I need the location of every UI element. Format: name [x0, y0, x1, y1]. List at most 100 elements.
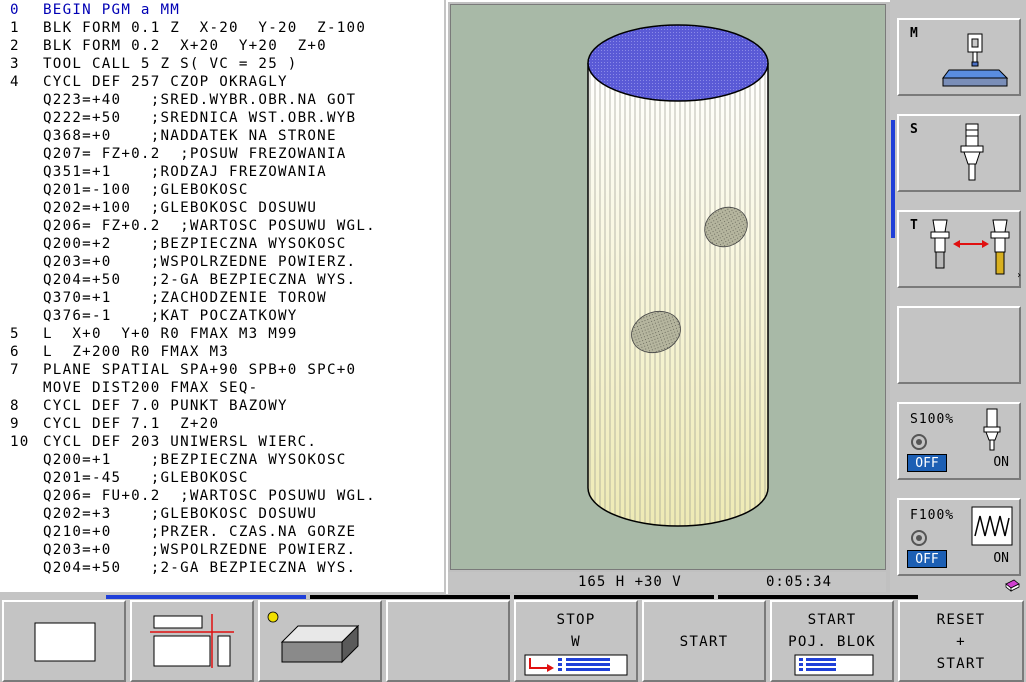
machine-table-icon [942, 33, 1009, 87]
program-line[interactable]: Q206= FZ+0.2 ;WARTOSC POSUWU WGL. [10, 217, 376, 235]
start-block-label-1: START [807, 612, 857, 628]
cylinder-top-face [587, 24, 769, 102]
machine-softkey-label: M [910, 26, 918, 41]
program-line[interactable]: Q201=-45 ;GLEBOKOSC [10, 469, 249, 487]
program-line[interactable]: Q202=+3 ;GLEBOKOSC DOSUWU [10, 505, 317, 523]
nc-code: L X+0 Y+0 R0 FMAX M3 M99 [43, 326, 298, 342]
3d-block-icon [280, 624, 360, 664]
spindle-softkey[interactable]: S [897, 114, 1021, 192]
help-book-icon[interactable] [1004, 578, 1020, 592]
scroll-right-arrow-icon: › [1016, 270, 1023, 281]
split-view-softkey[interactable] [130, 600, 254, 682]
softkey-level-indicator [891, 120, 895, 238]
nc-code: CYCL DEF 257 CZOP OKRAGLY [43, 74, 288, 90]
stop-at-label-2: W [571, 634, 581, 650]
machine-softkey[interactable]: M [897, 18, 1021, 96]
softkey-bar-segment [514, 595, 714, 599]
program-line[interactable]: Q351=+1 ;RODZAJ FREZOWANIA [10, 163, 327, 181]
nc-code: Q204=+50 ;2-GA BEZPIECZNA WYS. [43, 272, 357, 288]
program-line[interactable]: 6 L Z+200 R0 FMAX M3 [10, 343, 229, 361]
spindle-override-off-badge: OFF [907, 454, 947, 472]
nc-code: Q204=+50 ;2-GA BEZPIECZNA WYS. [43, 560, 357, 576]
feed-override-softkey[interactable]: F100% OFF ON [897, 498, 1021, 576]
graphics-status-bar: 165 H +30 V 0:05:34 [448, 572, 886, 592]
program-line[interactable]: Q200=+1 ;BEZPIECZNA WYSOKOSC [10, 451, 347, 469]
reset-start-softkey[interactable]: RESET + START [898, 600, 1024, 682]
block-number: 4 [10, 74, 20, 90]
block-number: 5 [10, 326, 20, 342]
nc-code: Q351=+1 ;RODZAJ FREZOWANIA [43, 164, 327, 180]
simulation-graphics[interactable] [450, 4, 886, 570]
3d-view-softkey[interactable] [258, 600, 382, 682]
nc-code: BLK FORM 0.1 Z X-20 Y-20 Z-100 [43, 20, 367, 36]
stop-at-softkey[interactable]: STOP W [514, 600, 638, 682]
program-line[interactable]: Q206= FU+0.2 ;WARTOSC POSUWU WGL. [10, 487, 376, 505]
reset-start-label-2: + [956, 634, 966, 650]
softkey-bar-segment [718, 595, 918, 599]
override-knob-icon [911, 434, 927, 450]
feed-override-on-label: ON [993, 551, 1009, 566]
nc-code: Q370=+1 ;ZACHODZENIE TOROW [43, 290, 327, 306]
nc-code: Q203=+0 ;WSPOLRZEDNE POWIERZ. [43, 542, 357, 558]
program-line[interactable]: 10 CYCL DEF 203 UNIWERSL WIERC. [10, 433, 317, 451]
start-block-softkey[interactable]: START POJ. BLOK [770, 600, 894, 682]
program-line[interactable]: Q210=+0 ;PRZER. CZAS.NA GORZE [10, 523, 356, 541]
program-line[interactable]: Q200=+2 ;BEZPIECZNA WYSOKOSC [10, 235, 347, 253]
nc-code: CYCL DEF 7.0 PUNKT BAZOWY [43, 398, 288, 414]
program-line[interactable]: MOVE DIST200 FMAX SEQ- [10, 379, 258, 397]
program-line[interactable]: Q203=+0 ;WSPOLRZEDNE POWIERZ. [10, 541, 356, 559]
override-knob-icon [911, 530, 927, 546]
program-line[interactable]: Q204=+50 ;2-GA BEZPIECZNA WYS. [10, 559, 356, 577]
program-line[interactable]: 5 L X+0 Y+0 R0 FMAX M3 M99 [10, 325, 298, 343]
single-window-icon [34, 622, 96, 662]
block-list-icon [794, 654, 874, 676]
program-line[interactable]: Q376=-1 ;KAT POCZATKOWY [10, 307, 298, 325]
nc-code: BEGIN PGM a MM [43, 2, 181, 18]
program-line[interactable]: 4 CYCL DEF 257 CZOP OKRAGLY [10, 73, 288, 91]
screen-layout-softkey[interactable] [2, 600, 126, 682]
split-view-icon [150, 614, 234, 668]
nc-code: PLANE SPATIAL SPA+90 SPB+0 SPC+0 [43, 362, 357, 378]
feed-override-off-badge: OFF [907, 550, 947, 568]
program-line[interactable]: Q202=+100 ;GLEBOKOSC DOSUWU [10, 199, 317, 217]
tool-change-softkey[interactable]: T [897, 210, 1021, 288]
nc-code: Q210=+0 ;PRZER. CZAS.NA GORZE [43, 524, 357, 540]
nc-code: Q206= FU+0.2 ;WARTOSC POSUWU WGL. [43, 488, 376, 504]
nc-code: Q200=+1 ;BEZPIECZNA WYSOKOSC [43, 452, 347, 468]
block-number: 2 [10, 38, 20, 54]
program-line[interactable]: 8 CYCL DEF 7.0 PUNKT BAZOWY [10, 397, 288, 415]
nc-code: BLK FORM 0.2 X+20 Y+20 Z+0 [43, 38, 327, 54]
nc-code: CYCL DEF 7.1 Z+20 [43, 416, 220, 432]
program-line[interactable]: Q368=+0 ;NADDATEK NA STRONE [10, 127, 337, 145]
program-line[interactable]: 9 CYCL DEF 7.1 Z+20 [10, 415, 219, 433]
program-line[interactable]: Q204=+50 ;2-GA BEZPIECZNA WYS. [10, 271, 356, 289]
program-line[interactable]: Q223=+40 ;SRED.WYBR.OBR.NA GOT [10, 91, 356, 109]
start-label: START [679, 634, 729, 650]
spindle-icon-small [983, 408, 1001, 451]
program-line[interactable]: 1 BLK FORM 0.1 Z X-20 Y-20 Z-100 [10, 19, 366, 37]
program-line[interactable]: Q201=-100 ;GLEBOKOSC [10, 181, 249, 199]
block-number: 10 [10, 434, 30, 450]
softkey-bar-indicator [106, 595, 306, 599]
program-line[interactable]: Q203=+0 ;WSPOLRZEDNE POWIERZ. [10, 253, 356, 271]
block-number: 0 [10, 2, 20, 18]
start-softkey[interactable]: START [642, 600, 766, 682]
block-number: 9 [10, 416, 20, 432]
program-line[interactable]: Q370=+1 ;ZACHODZENIE TOROW [10, 289, 327, 307]
program-listing[interactable]: 0 BEGIN PGM a MM 1 BLK FORM 0.1 Z X-20 Y-20… [0, 0, 444, 592]
feed-zigzag-icon [971, 506, 1013, 546]
empty-softkey-bottom[interactable] [386, 600, 510, 682]
reset-start-label-3: START [936, 656, 986, 672]
program-line[interactable]: 3 TOOL CALL 5 Z S( VC = 25 ) [10, 55, 298, 73]
empty-softkey-right[interactable] [897, 306, 1021, 384]
program-line[interactable]: 7 PLANE SPATIAL SPA+90 SPB+0 SPC+0 [10, 361, 356, 379]
spindle-override-label: S100% [910, 412, 955, 427]
program-line[interactable]: 0 BEGIN PGM a MM [10, 1, 180, 19]
spindle-override-on-label: ON [993, 455, 1009, 470]
block-number: 7 [10, 362, 20, 378]
spindle-override-softkey[interactable]: S100% OFF ON [897, 402, 1021, 480]
program-line[interactable]: 2 BLK FORM 0.2 X+20 Y+20 Z+0 [10, 37, 327, 55]
program-line[interactable]: Q222=+50 ;SREDNICA WST.OBR.WYB [10, 109, 356, 127]
nc-code: MOVE DIST200 FMAX SEQ- [43, 380, 259, 396]
program-line[interactable]: Q207= FZ+0.2 ;POSUW FREZOWANIA [10, 145, 347, 163]
